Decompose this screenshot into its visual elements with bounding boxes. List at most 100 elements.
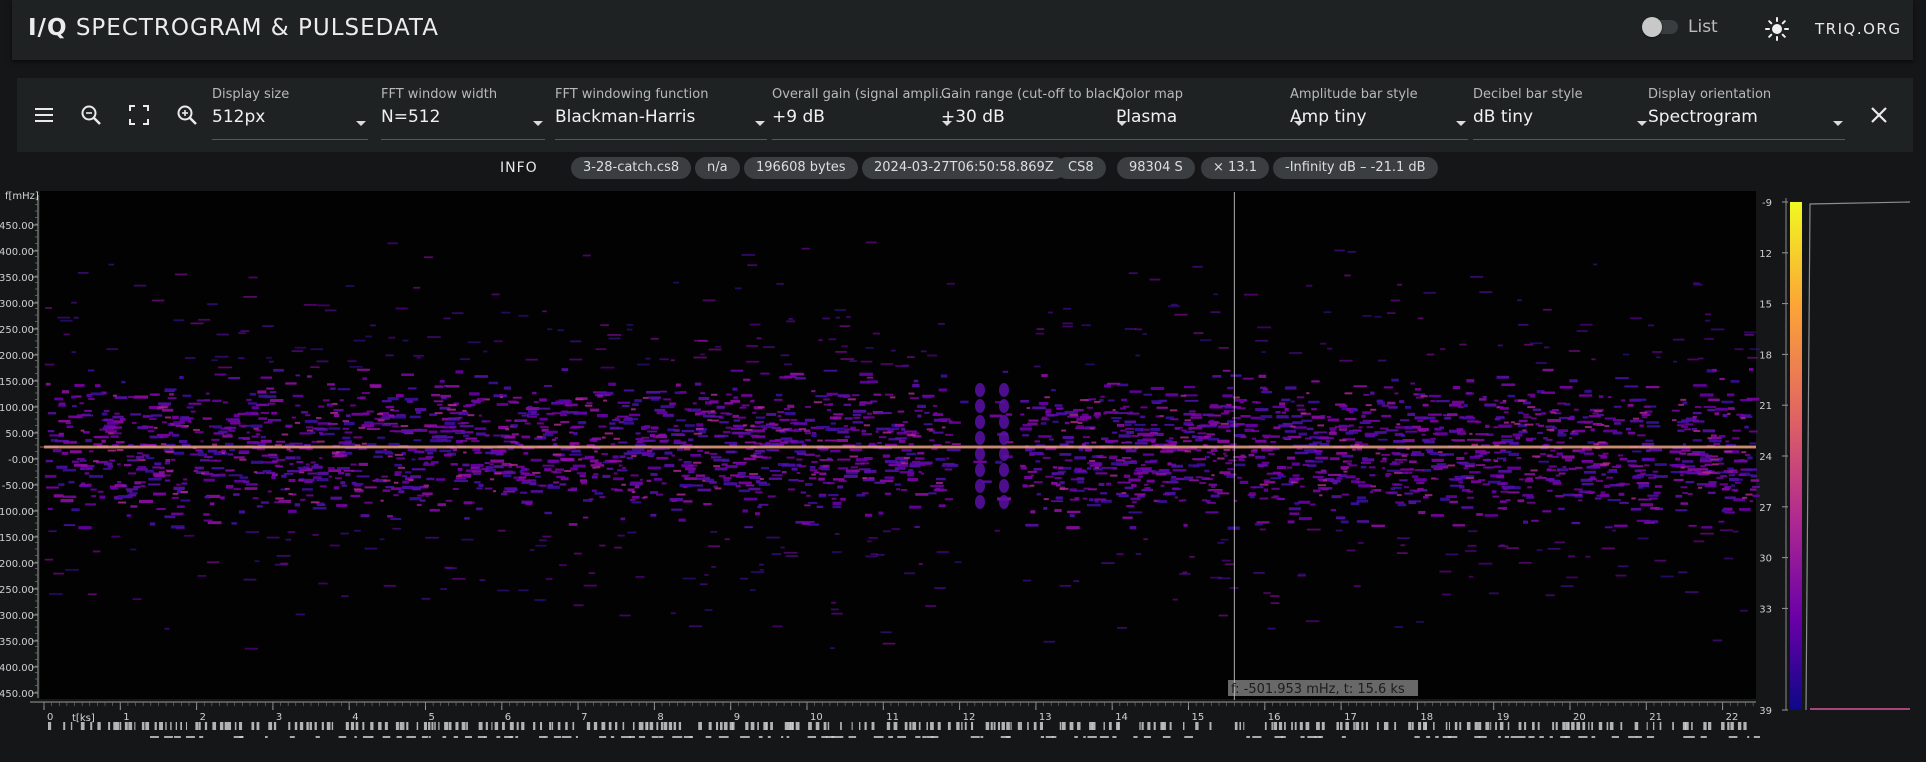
decibel-axis: -9 -12 -15 -18 -21 -24 -27 -30 -33 -39 — [1760, 198, 1788, 717]
display-size-select[interactable]: Display size 512px — [212, 87, 368, 140]
frequency-tick-label: 300.00 — [0, 299, 34, 310]
cursor-readout: f: -501.953 mHz, t: 15.6 ks — [1231, 682, 1405, 697]
chevron-down-icon — [1637, 121, 1647, 126]
chevron-down-icon — [1456, 121, 1466, 126]
time-tick-label: 2 — [200, 712, 206, 723]
db-tick-label: -33 — [1760, 604, 1772, 615]
zoom-factor-chip: × 13.1 — [1201, 157, 1269, 179]
time-tick-label: 21 — [1649, 712, 1662, 723]
fft-windowing-function-value: Blackman-Harris — [555, 107, 696, 127]
time-tick-label: 14 — [1115, 712, 1128, 723]
app-title-bold: I/Q — [28, 15, 68, 41]
time-tick-label: 5 — [429, 712, 435, 723]
size-chip: 196608 bytes — [744, 157, 858, 179]
db-tick-label: -21 — [1760, 401, 1772, 412]
frequency-tick-label: -350.00 — [0, 637, 34, 648]
db-range-chip: -Infinity dB – -21.1 dB — [1273, 157, 1438, 179]
samples-chip: 98304 S — [1117, 157, 1195, 179]
overall-gain-select[interactable]: Overall gain (signal ampli... +9 dB — [772, 87, 954, 140]
decibel-scale-panel: -9 -12 -15 -18 -21 -24 -27 -30 -33 -39 — [1760, 198, 1911, 717]
color-map-label: Color map — [1116, 87, 1183, 102]
top-app-bar: I/Q SPECTROGRAM & PULSEDATA List TRIQ.OR… — [12, 0, 1913, 60]
app-title-rest: SPECTROGRAM & PULSEDATA — [67, 15, 439, 41]
time-tick-label: 17 — [1344, 712, 1357, 723]
list-toggle[interactable]: List — [1642, 17, 1718, 37]
decibel-bar-style-label: Decibel bar style — [1473, 87, 1583, 102]
color-map-select[interactable]: Color map Plasma — [1116, 87, 1306, 140]
time-tick-label: 22 — [1726, 712, 1739, 723]
frequency-tick-label: 400.00 — [0, 247, 34, 258]
frequency-tick-label: 350.00 — [0, 273, 34, 284]
frequency-tick-label: -50.00 — [2, 481, 34, 492]
time-tick-label: 8 — [657, 712, 663, 723]
info-label: INFO — [500, 160, 538, 176]
time-tick-label: 13 — [1039, 712, 1052, 723]
list-switch[interactable] — [1642, 17, 1678, 37]
brand-link[interactable]: TRIQ.ORG — [1815, 20, 1901, 38]
gain-range-value: +30 dB — [941, 107, 1005, 127]
frequency-tick-label: -150.00 — [0, 533, 34, 544]
fft-window-width-value: N=512 — [381, 107, 441, 127]
zoom-in-icon[interactable] — [174, 102, 200, 128]
db-tick-label: -9 — [1762, 198, 1772, 209]
time-tick-label: 9 — [734, 712, 740, 723]
decibel-bar-style-select[interactable]: Decibel bar style dB tiny — [1473, 87, 1649, 140]
chevron-down-icon — [533, 121, 543, 126]
gain-range-label: Gain range (cut-off to black) — [941, 87, 1126, 102]
frequency-tick-label: 200.00 — [0, 351, 34, 362]
time-tick-label: 19 — [1497, 712, 1510, 723]
frequency-tick-label: -200.00 — [0, 559, 34, 570]
menu-icon[interactable] — [31, 102, 57, 128]
colormap-bar — [1790, 202, 1802, 710]
decibel-bar-style-value: dB tiny — [1473, 107, 1534, 127]
frequency-tick-label: -250.00 — [0, 585, 34, 596]
display-size-label: Display size — [212, 87, 290, 102]
time-tick-label: 4 — [352, 712, 358, 723]
time-tick-label: 0 — [47, 712, 53, 723]
spectrogram-plot[interactable]: 450.00400.00350.00300.00250.00200.00150.… — [0, 190, 1760, 762]
switch-knob — [1642, 17, 1662, 37]
app-title: I/Q SPECTROGRAM & PULSEDATA — [28, 15, 439, 41]
frequency-tick-label: -100.00 — [0, 507, 34, 518]
amplitude-bar-style-select[interactable]: Amplitude bar style Amp tiny — [1290, 87, 1468, 140]
fft-window-width-label: FFT window width — [381, 87, 498, 102]
frequency-tick-label: 450.00 — [0, 221, 34, 232]
overall-gain-label: Overall gain (signal ampli... — [772, 87, 951, 102]
time-tick-label: 15 — [1192, 712, 1205, 723]
filename-chip: 3-28-catch.cs8 — [571, 157, 692, 179]
time-tick-label: 7 — [581, 712, 587, 723]
fft-windowing-function-select[interactable]: FFT windowing function Blackman-Harris — [555, 87, 767, 140]
fullscreen-icon[interactable] — [126, 102, 152, 128]
zoom-out-icon[interactable] — [78, 102, 104, 128]
fft-window-width-select[interactable]: FFT window width N=512 — [381, 87, 545, 140]
display-orientation-select[interactable]: Display orientation Spectrogram — [1648, 87, 1845, 140]
overall-gain-value: +9 dB — [772, 107, 825, 127]
db-tick-label: -30 — [1760, 554, 1772, 565]
source-chip: n/a — [695, 157, 740, 179]
display-size-value: 512px — [212, 107, 266, 127]
amplitude-bar-style-value: Amp tiny — [1290, 107, 1367, 127]
fft-windowing-function-label: FFT windowing function — [555, 87, 709, 102]
display-orientation-value: Spectrogram — [1648, 107, 1758, 127]
time-tick-label: 12 — [963, 712, 976, 723]
chevron-down-icon — [1833, 121, 1843, 126]
frequency-unit-label: f[mHz] — [5, 191, 39, 202]
settings-toolbar: Display size 512px FFT window width N=51… — [17, 78, 1913, 152]
frequency-tick-label: -300.00 — [0, 611, 34, 622]
time-tick-label: 18 — [1420, 712, 1433, 723]
db-tick-label: -18 — [1760, 350, 1772, 361]
frequency-tick-label: -400.00 — [0, 663, 34, 674]
display-orientation-label: Display orientation — [1648, 87, 1772, 102]
chevron-down-icon — [356, 121, 366, 126]
list-toggle-label: List — [1688, 17, 1718, 37]
time-tick-label: 11 — [886, 712, 899, 723]
time-tick-label: 6 — [505, 712, 511, 723]
chevron-down-icon — [755, 121, 765, 126]
amplitude-bar-style-label: Amplitude bar style — [1290, 87, 1418, 102]
format-chip: CS8 — [1056, 157, 1106, 179]
gain-range-select[interactable]: Gain range (cut-off to black) +30 dB — [941, 87, 1129, 140]
close-icon[interactable] — [1866, 102, 1892, 128]
color-map-value: Plasma — [1116, 107, 1178, 127]
info-bar: INFO 3-28-catch.cs8 n/a 196608 bytes 202… — [0, 155, 1926, 181]
sun-icon[interactable] — [1764, 16, 1790, 42]
